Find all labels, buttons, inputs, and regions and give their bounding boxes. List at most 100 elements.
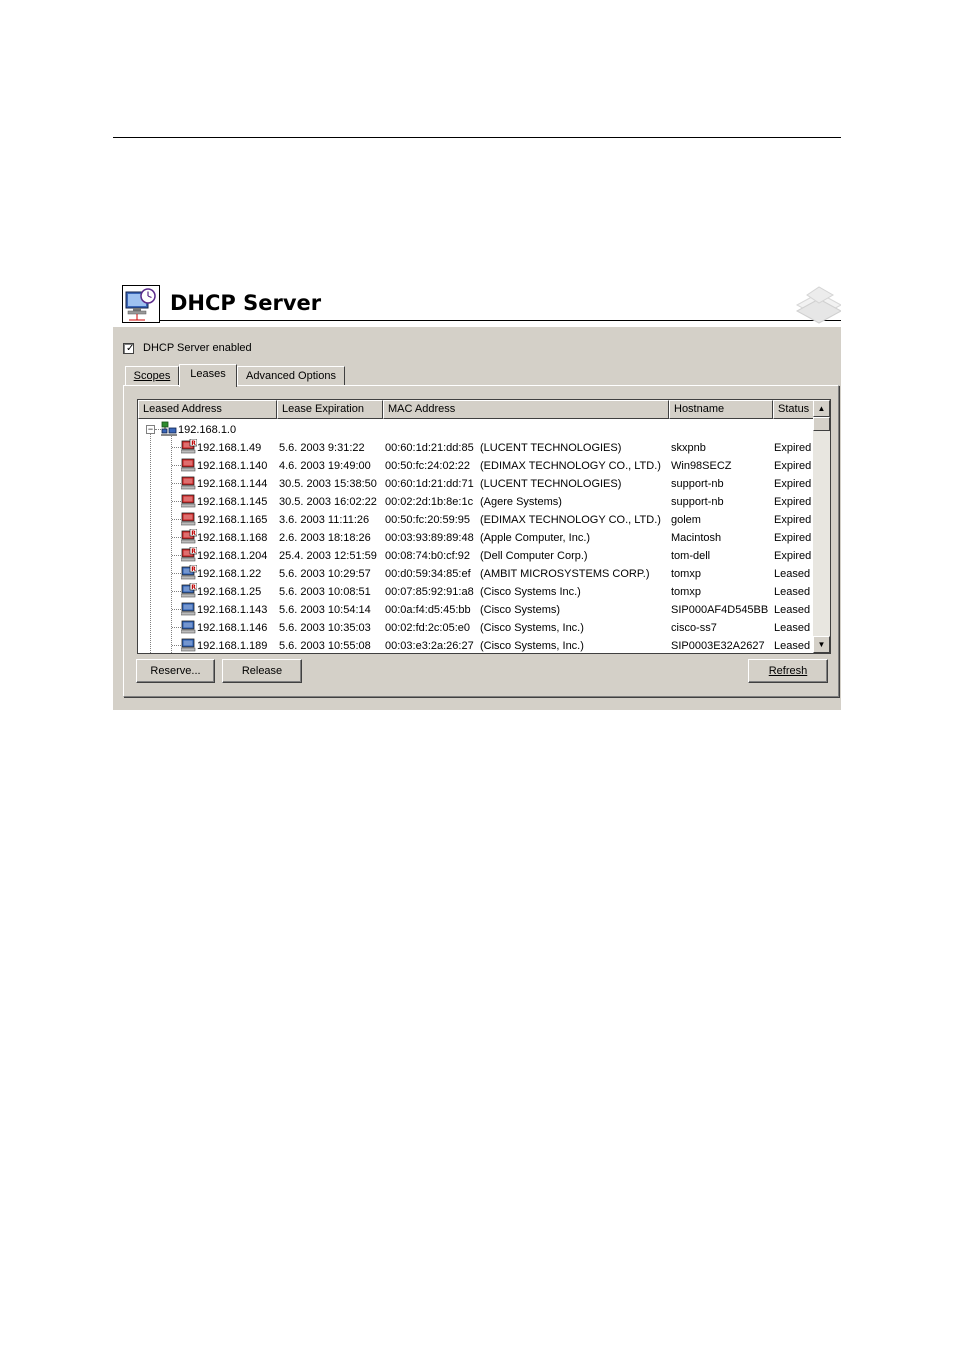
column-header-mac-address[interactable]: MAC Address (383, 400, 669, 419)
network-scope-icon (161, 421, 177, 436)
lease-expiration: 5.6. 2003 9:31:22 (279, 442, 365, 454)
tree-connector (172, 555, 181, 556)
lease-expiration: 5.6. 2003 10:29:57 (279, 568, 371, 580)
lease-address: 192.168.1.145 (197, 496, 268, 508)
lease-row[interactable]: 192.168.1.144 30.5. 2003 15:38:50 00:60:1d… (138, 474, 814, 492)
tree-connector (172, 537, 181, 538)
tree-connector (172, 465, 181, 466)
lease-expiration: 2.6. 2003 18:18:26 (279, 532, 371, 544)
lease-row[interactable]: 192.168.1.140 4.6. 2003 19:49:00 00:50:fc:… (138, 456, 814, 474)
expired-lease-computer-icon: R (181, 547, 197, 562)
tab-advanced-options[interactable]: Advanced Options (237, 366, 345, 386)
scroll-up-icon[interactable]: ▲ (813, 400, 830, 417)
leased-computer-icon: R (181, 565, 197, 580)
lease-row[interactable]: R 192.168.1.49 5.6. 2003 9:31:22 00:60:1d:2… (138, 438, 814, 456)
lease-hostname: tom-dell (671, 550, 711, 562)
column-header-leased-address[interactable]: Leased Address (138, 400, 277, 419)
lease-status: Leased (774, 586, 811, 598)
lease-vendor: (Dell Computer Corp.) (480, 550, 588, 562)
expired-lease-computer-icon (181, 494, 196, 508)
lease-address: 192.168.1.144 (197, 478, 268, 490)
lease-address: 192.168.1.168 (197, 532, 268, 544)
lease-hostname: Macintosh (671, 532, 722, 544)
lease-hostname: SIP0003E32A2627 (671, 640, 765, 652)
lease-status: Leased (774, 640, 811, 652)
lease-expiration: 5.6. 2003 10:55:08 (279, 640, 371, 652)
lease-mac: 00:03:e3:2a:26:27 (385, 640, 474, 652)
dhcp-header: DHCP Server (113, 283, 841, 327)
reserve-button[interactable]: Reserve... (136, 659, 215, 683)
lease-address: 192.168.1.49 (197, 442, 262, 454)
tree-connector (172, 483, 181, 484)
refresh-button[interactable]: Refresh (748, 659, 828, 683)
server-enabled-row[interactable]: ✓ DHCP Server enabled (123, 341, 252, 355)
lease-hostname: support-nb (671, 496, 724, 508)
lease-expiration: 5.6. 2003 10:08:51 (279, 586, 371, 598)
lease-mac: 00:60:1d:21:dd:71 (385, 478, 474, 490)
scope-label: 192.168.1.0 (178, 424, 237, 436)
lease-row[interactable]: 192.168.1.143 5.6. 2003 10:54:14 00:0a:f4:… (138, 600, 814, 618)
lease-mac: 00:07:85:92:91:a8 (385, 586, 474, 598)
lease-address: 192.168.1.189 (197, 640, 268, 652)
lease-status: Expired (774, 460, 812, 472)
server-enabled-label: DHCP Server enabled (143, 342, 252, 354)
lease-address: 192.168.1.204 (197, 550, 268, 562)
column-header-lease-expiration[interactable]: Lease Expiration (277, 400, 383, 419)
tree-connector (172, 627, 181, 628)
scroll-down-icon[interactable]: ▼ (813, 636, 830, 653)
collapse-icon[interactable]: − (146, 425, 155, 434)
lease-status: Expired (774, 496, 812, 508)
lease-address: 192.168.1.143 (197, 604, 268, 616)
lease-row[interactable]: R 192.168.1.25 5.6. 2003 10:08:51 00:07:85:… (138, 582, 814, 600)
lease-mac: 00:d0:59:34:85:ef (385, 568, 471, 580)
dhcp-panel: ✓ DHCP Server enabled Scopes Leases Adva… (113, 327, 841, 710)
column-header-status[interactable]: Status (773, 400, 814, 419)
tree-connector (172, 591, 181, 592)
lease-hostname: SIP000AF4D545BB (671, 604, 769, 616)
lease-mac: 00:08:74:b0:cf:92 (385, 550, 471, 562)
lease-mac: 00:02:fd:2c:05:e0 (385, 622, 471, 634)
lease-row[interactable]: R 192.168.1.168 2.6. 2003 18:18:26 00:03:93… (138, 528, 814, 546)
lease-vendor: (AMBIT MICROSYSTEMS CORP.) (480, 568, 650, 580)
leased-computer-icon (181, 638, 196, 652)
lease-row[interactable]: 192.168.1.145 30.5. 2003 16:02:22 00:02:2d… (138, 492, 814, 510)
tree-connector (172, 609, 181, 610)
lease-vendor: (EDIMAX TECHNOLOGY CO., LTD.) (480, 460, 661, 472)
tab-leases[interactable]: Leases (179, 364, 237, 387)
lease-status: Leased (774, 568, 811, 580)
svg-text:R: R (191, 566, 196, 573)
lease-address: 192.168.1.25 (197, 586, 262, 598)
lease-status: Leased (774, 622, 811, 634)
release-button[interactable]: Release (222, 659, 302, 683)
lease-hostname: tomxp (671, 586, 701, 598)
lease-row[interactable]: 192.168.1.165 3.6. 2003 11:11:26 00:50:fc:… (138, 510, 814, 528)
svg-text:R: R (191, 530, 196, 537)
lease-expiration: 5.6. 2003 10:35:03 (279, 622, 371, 634)
lease-vendor: (Cisco Systems Inc.) (480, 586, 581, 598)
decorative-stack-icon (795, 286, 841, 324)
lease-row[interactable]: R 192.168.1.204 25.4. 2003 12:51:59 00:08:7… (138, 546, 814, 564)
lease-mac: 00:50:fc:20:59:95 (385, 514, 471, 526)
column-header-hostname[interactable]: Hostname (669, 400, 773, 419)
checkmark-icon: ✓ (126, 342, 135, 354)
lease-vendor: (Agere Systems) (480, 496, 562, 508)
leased-computer-icon (181, 602, 196, 616)
list-scrollbar[interactable]: ▲ ▼ (813, 400, 830, 653)
expired-lease-computer-icon (181, 476, 196, 490)
scope-row[interactable]: − 192.168.1.0 (138, 420, 814, 438)
leases-list[interactable]: Leased Address Lease Expiration MAC Addr… (137, 399, 831, 654)
lease-row[interactable]: R 192.168.1.22 5.6. 2003 10:29:57 00:d0:59:… (138, 564, 814, 582)
tab-scopes[interactable]: Scopes (125, 366, 179, 386)
lease-hostname: support-nb (671, 478, 724, 490)
svg-text:R: R (191, 584, 196, 591)
lease-address: 192.168.1.22 (197, 568, 262, 580)
scroll-thumb[interactable] (813, 417, 830, 431)
svg-text:R: R (191, 440, 196, 447)
lease-row[interactable]: 192.168.1.146 5.6. 2003 10:35:03 00:02:fd:… (138, 618, 814, 636)
lease-hostname: skxpnb (671, 442, 706, 454)
lease-hostname: Win98SECZ (671, 460, 732, 472)
lease-row[interactable]: 192.168.1.189 5.6. 2003 10:55:08 00:03:e3:… (138, 636, 814, 653)
server-enabled-checkbox[interactable]: ✓ (123, 342, 135, 354)
lease-expiration: 4.6. 2003 19:49:00 (279, 460, 371, 472)
lease-expiration: 3.6. 2003 11:11:26 (279, 514, 370, 526)
